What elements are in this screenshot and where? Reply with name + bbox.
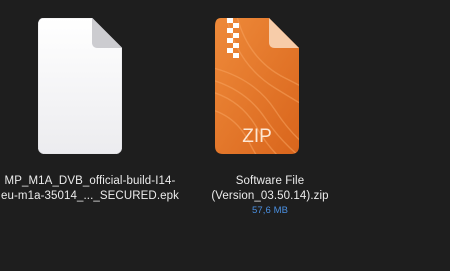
file-size-label: 57,6 MB — [251, 205, 289, 216]
file-name-label: Software File (Version_03.50.14).zip 57,… — [170, 174, 370, 217]
file-name-line-1: Software File — [235, 175, 305, 187]
generic-document-icon — [38, 18, 122, 154]
file-name-line-1: MP_M1A_DVB_official-build-I14- — [4, 175, 176, 187]
finder-icon-view: MP_M1A_DVB_official-build-I14- eu-m1a-35… — [0, 0, 450, 271]
zip-icon-label: ZIP — [242, 126, 272, 147]
file-name-line-2: (Version_03.50.14).zip — [211, 190, 329, 202]
file-name-label: MP_M1A_DVB_official-build-I14- eu-m1a-35… — [0, 174, 190, 204]
file-item-zip[interactable]: ZIP Software File (Version_03.50.14).zip… — [170, 0, 370, 271]
zip-archive-icon: ZIP — [215, 18, 299, 154]
file-name-line-2: eu-m1a-35014_..._SECURED.epk — [1, 190, 179, 202]
